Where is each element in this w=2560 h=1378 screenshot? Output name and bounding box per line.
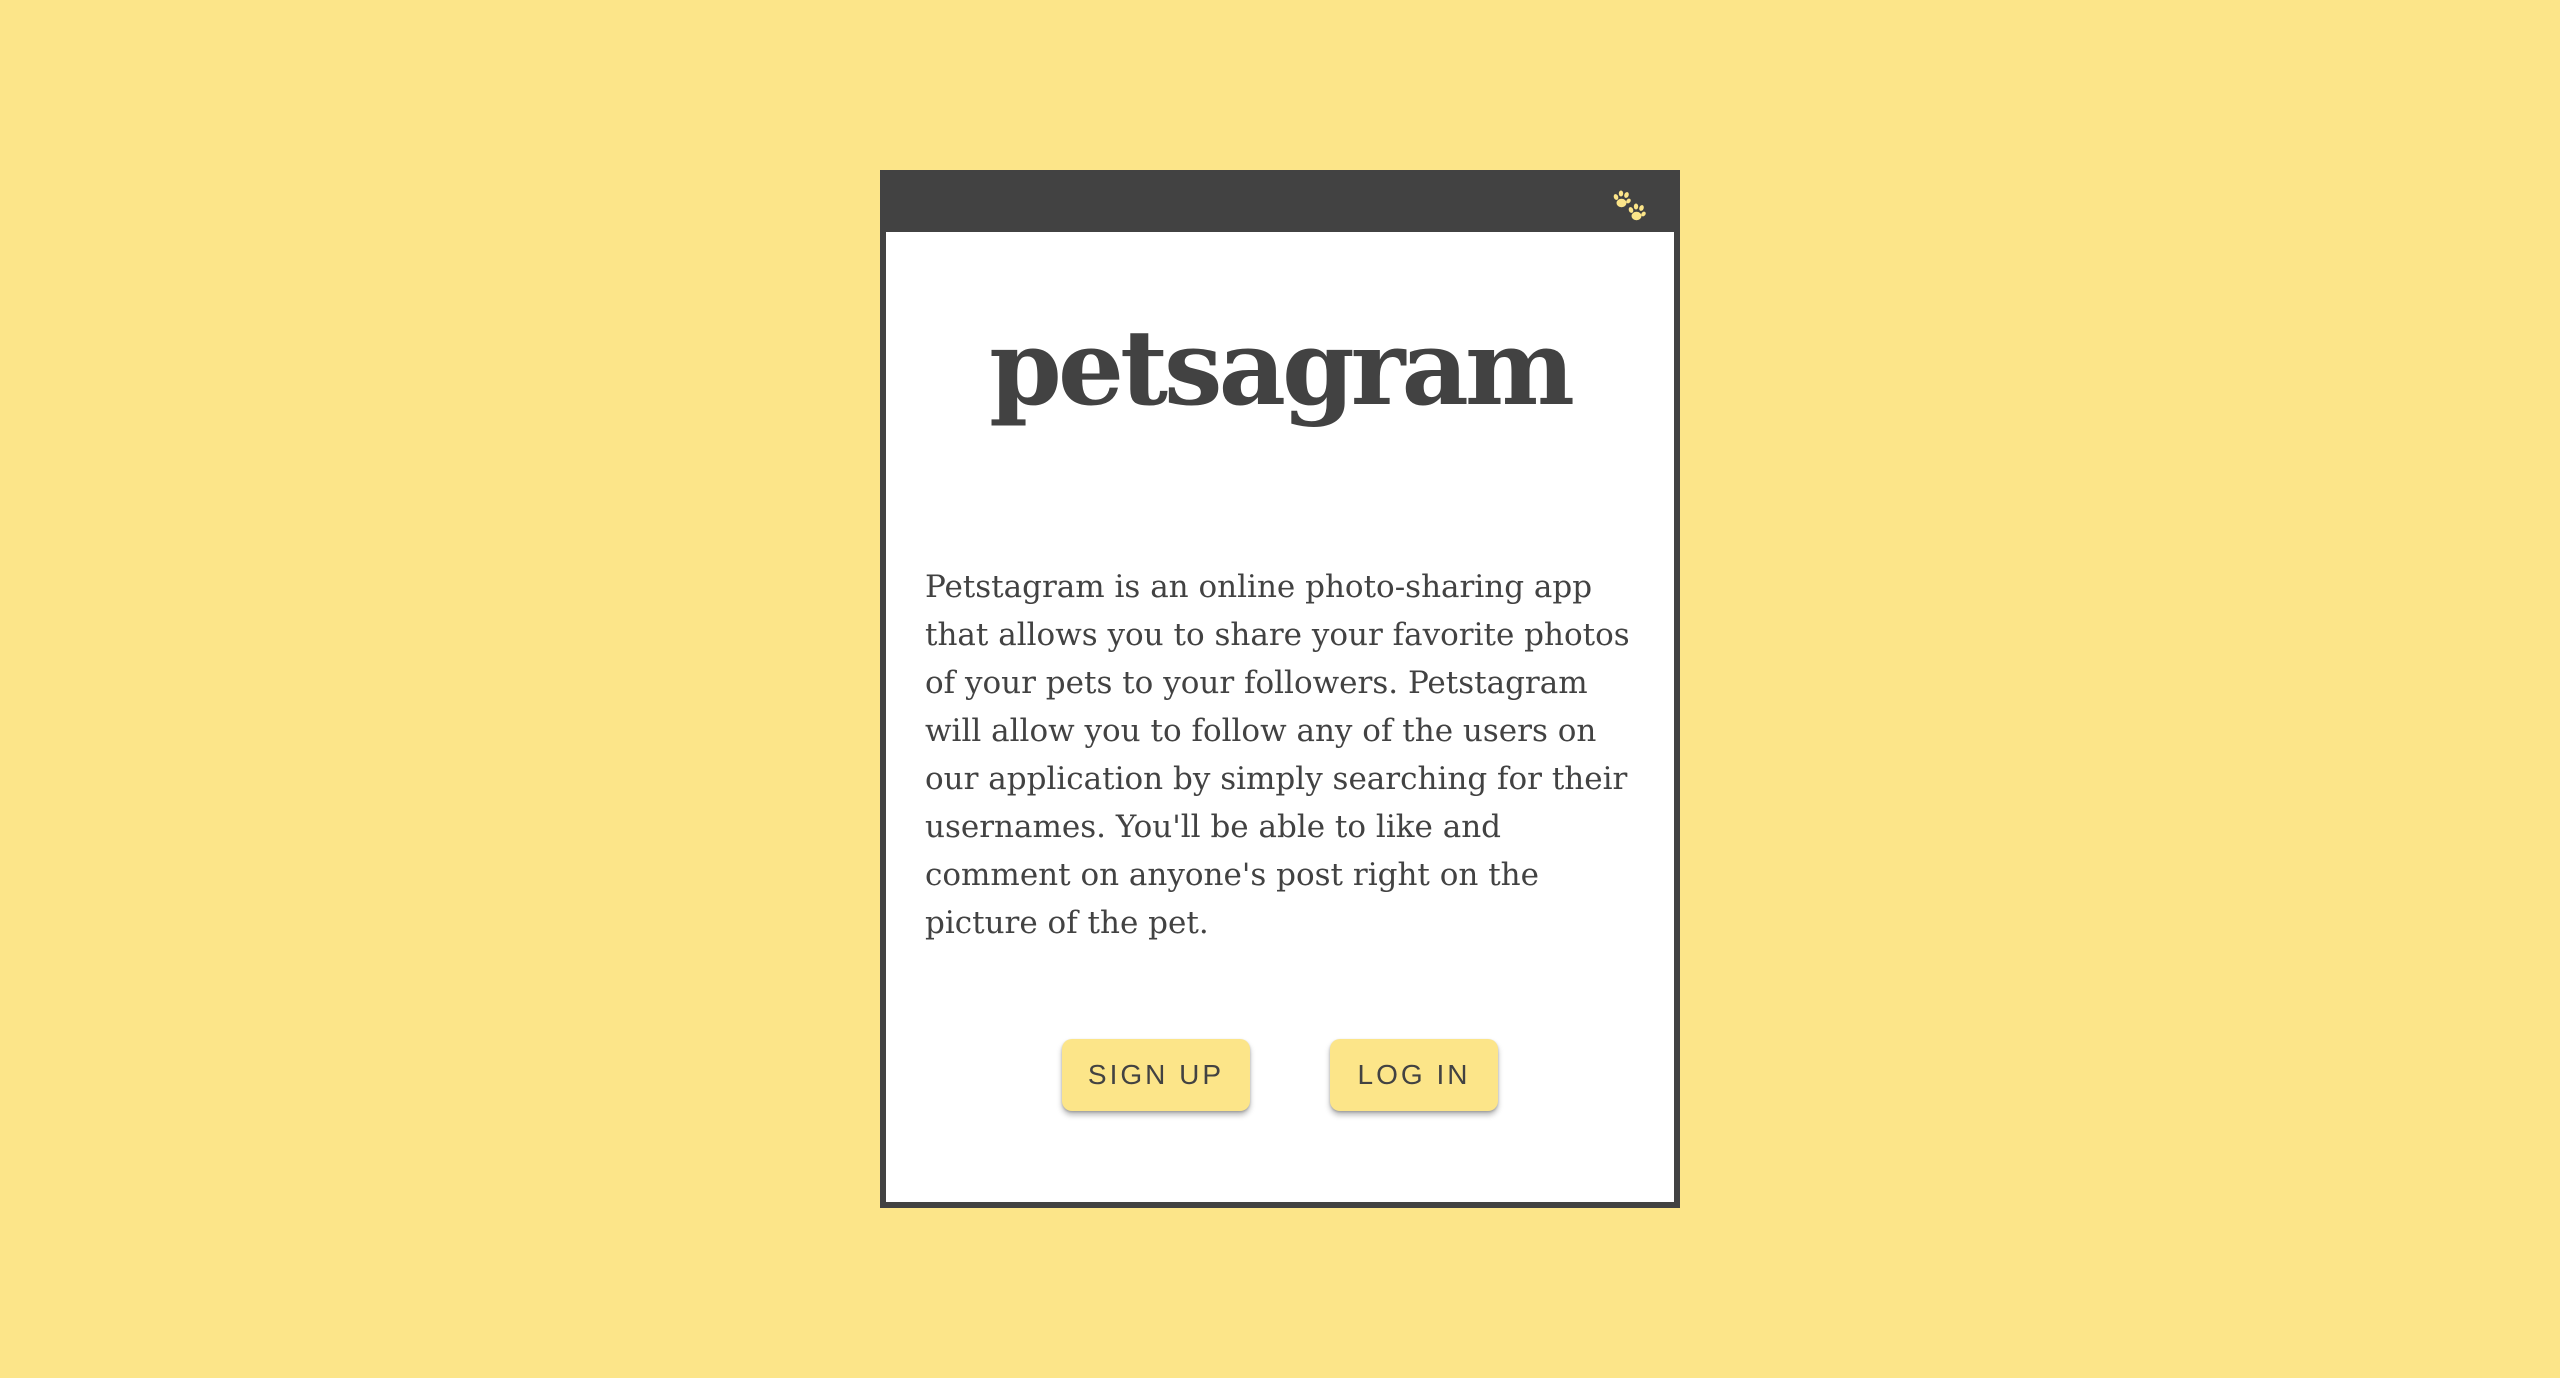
log-in-button[interactable]: LOG IN [1330,1039,1498,1111]
header-bar [886,176,1674,232]
app-description: Petstagram is an online photo-sharing ap… [925,569,1630,941]
landing-card: petsagram Petstagram is an online photo-… [880,170,1680,1208]
app-title: petsagram [989,306,1575,429]
sign-up-button[interactable]: SIGN UP [1062,1039,1250,1111]
paw-icon [1613,190,1646,221]
